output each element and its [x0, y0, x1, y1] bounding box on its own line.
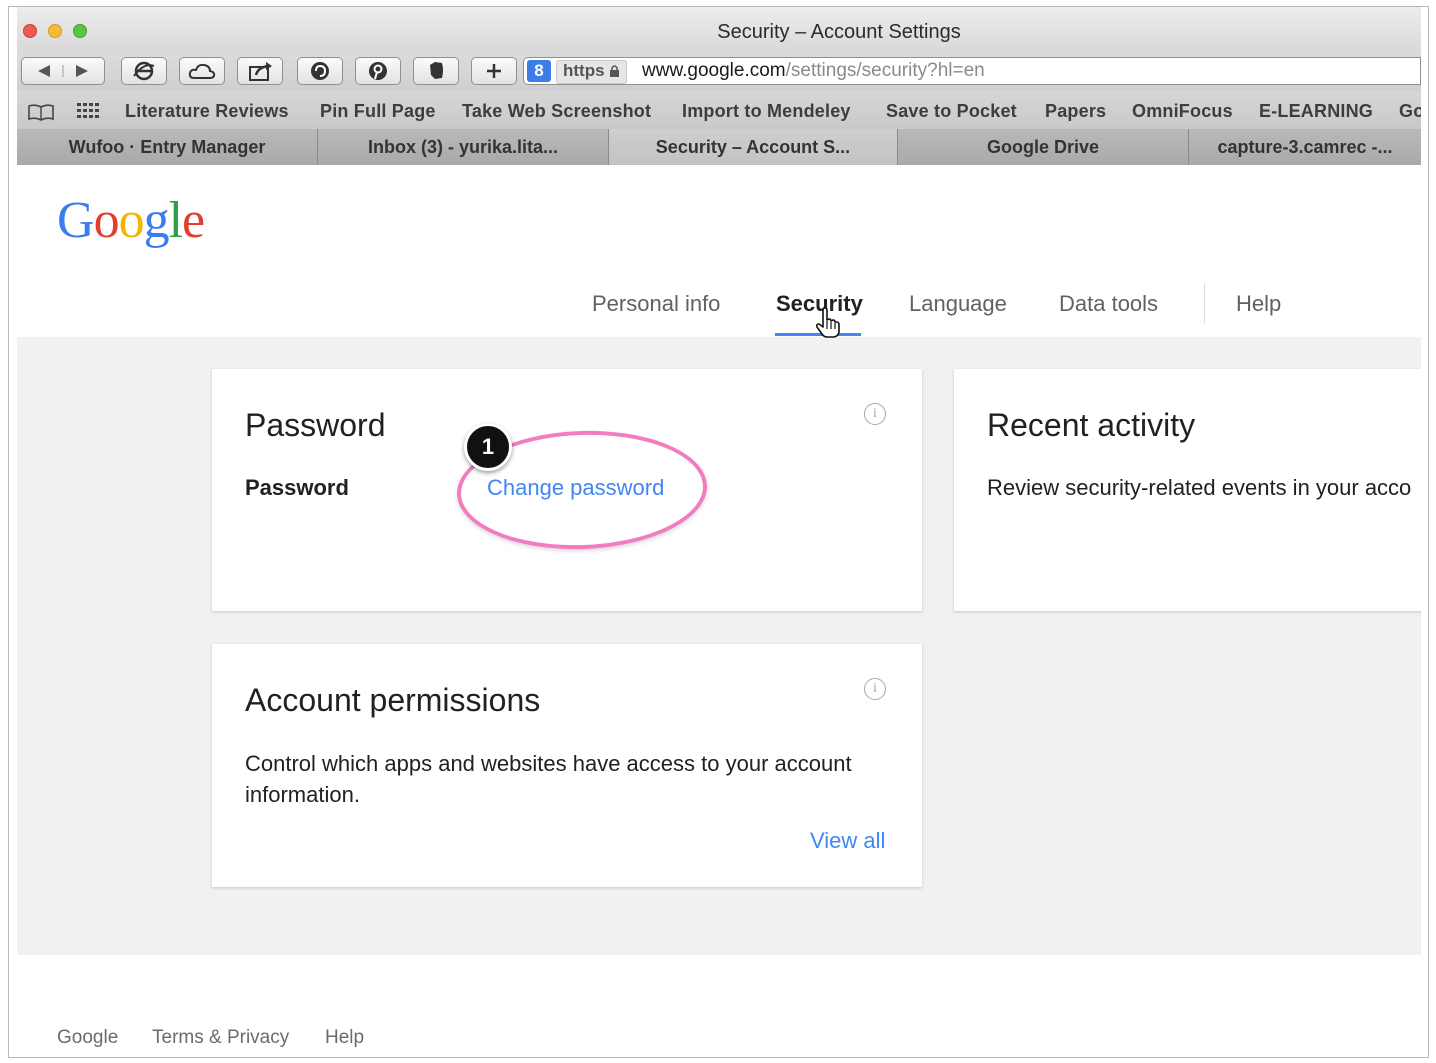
nav-language[interactable]: Language [909, 291, 1007, 317]
back-forward-button[interactable] [21, 57, 105, 85]
title-bar: Security – Account Settings [17, 7, 1421, 59]
nav-data-tools[interactable]: Data tools [1059, 291, 1158, 317]
logo-letter: o [93, 192, 120, 249]
bookmark-papers[interactable]: Papers [1045, 101, 1106, 122]
bookmark-pin-full-page[interactable]: Pin Full Page [320, 101, 436, 122]
logo-letter: o [118, 192, 145, 249]
evernote-button[interactable] [413, 57, 459, 85]
spiral-button[interactable] [297, 57, 343, 85]
account-permissions-text: Control which apps and websites have acc… [245, 751, 852, 807]
password-label: Password [245, 475, 349, 500]
toolbar: 8 https www.google.com/settings/security… [17, 53, 1421, 91]
reading-list-icon[interactable] [27, 103, 55, 121]
google-logo[interactable]: Google [57, 191, 205, 250]
nav-divider [1204, 283, 1205, 323]
recent-activity-text: Review security-related events in your a… [987, 475, 1412, 500]
tab-wufoo[interactable]: Wufoo · Entry Manager [17, 129, 318, 165]
bookmark-omnifocus[interactable]: OmniFocus [1132, 101, 1233, 122]
recent-activity-card[interactable]: Recent activity Review security-related … [954, 369, 1421, 611]
web-page: Google Personal info Security Language D… [17, 165, 1421, 1057]
ie-icon [133, 61, 155, 81]
pinterest-button[interactable] [355, 57, 401, 85]
bookmarks-bar: Literature Reviews Pin Full Page Take We… [17, 91, 1421, 130]
url-text[interactable]: www.google.com/settings/security?hl=en [642, 60, 985, 82]
permissions-info-icon[interactable]: i [864, 678, 886, 700]
evernote-icon [430, 62, 443, 79]
nav-help[interactable]: Help [1236, 291, 1281, 317]
lock-icon [610, 65, 620, 77]
share-button[interactable] [237, 57, 283, 85]
logo-letter: e [182, 192, 205, 249]
footer-help[interactable]: Help [325, 1027, 364, 1049]
footer-google[interactable]: Google [57, 1027, 118, 1049]
google-favicon-icon: 8 [527, 60, 551, 82]
logo-letter: G [57, 192, 95, 249]
tab-capture[interactable]: capture-3.camrec -... [1189, 129, 1421, 165]
new-tab-button[interactable] [471, 57, 517, 85]
account-permissions-card: Account permissions i Control which apps… [212, 644, 922, 887]
bookmark-e-learning[interactable]: E-LEARNING [1259, 101, 1373, 122]
account-permissions-title: Account permissions [245, 682, 541, 718]
top-sites-grid-icon[interactable] [77, 103, 101, 119]
spiral-icon [311, 62, 329, 80]
logo-letter: g [143, 192, 170, 249]
pinterest-icon [369, 62, 387, 80]
bookmark-go[interactable]: Go [1399, 101, 1421, 122]
bookmark-import-to-mendeley[interactable]: Import to Mendeley [682, 101, 851, 122]
tab-google-drive[interactable]: Google Drive [898, 129, 1189, 165]
view-all-link[interactable]: View all [810, 828, 885, 854]
tab-inbox[interactable]: Inbox (3) - yurika.lita... [318, 129, 609, 165]
cloud-icon [188, 63, 216, 79]
logo-letter: l [168, 192, 183, 249]
bookmark-literature-reviews[interactable]: Literature Reviews [125, 101, 289, 122]
bookmark-take-web-screenshot[interactable]: Take Web Screenshot [462, 101, 651, 122]
address-bar[interactable]: 8 https www.google.com/settings/security… [523, 57, 1421, 85]
cloud-button[interactable] [179, 57, 225, 85]
footer-terms-privacy[interactable]: Terms & Privacy [152, 1027, 289, 1049]
password-card-title: Password [245, 407, 386, 443]
plus-icon [487, 64, 501, 78]
nav-personal-info[interactable]: Personal info [592, 291, 720, 317]
tab-bar: Wufoo · Entry Manager Inbox (3) - yurika… [17, 129, 1421, 166]
recent-activity-title: Recent activity [987, 407, 1196, 443]
share-icon [249, 62, 272, 81]
bookmark-save-to-pocket[interactable]: Save to Pocket [886, 101, 1017, 122]
tab-security[interactable]: Security – Account S... [609, 129, 898, 165]
step-badge: 1 [464, 423, 512, 471]
browser-window: Security – Account Settings 8 https www.… [8, 6, 1429, 1058]
password-info-icon[interactable]: i [864, 403, 886, 425]
ie-tab-button[interactable] [121, 57, 167, 85]
hand-cursor-icon [815, 307, 840, 338]
window-title: Security – Account Settings [717, 21, 961, 43]
cards-area: Password i Password Change password Rece… [17, 337, 1421, 955]
window-content: Security – Account Settings 8 https www.… [17, 7, 1421, 1057]
https-badge: https [556, 60, 628, 84]
back-forward-icon [38, 65, 88, 77]
